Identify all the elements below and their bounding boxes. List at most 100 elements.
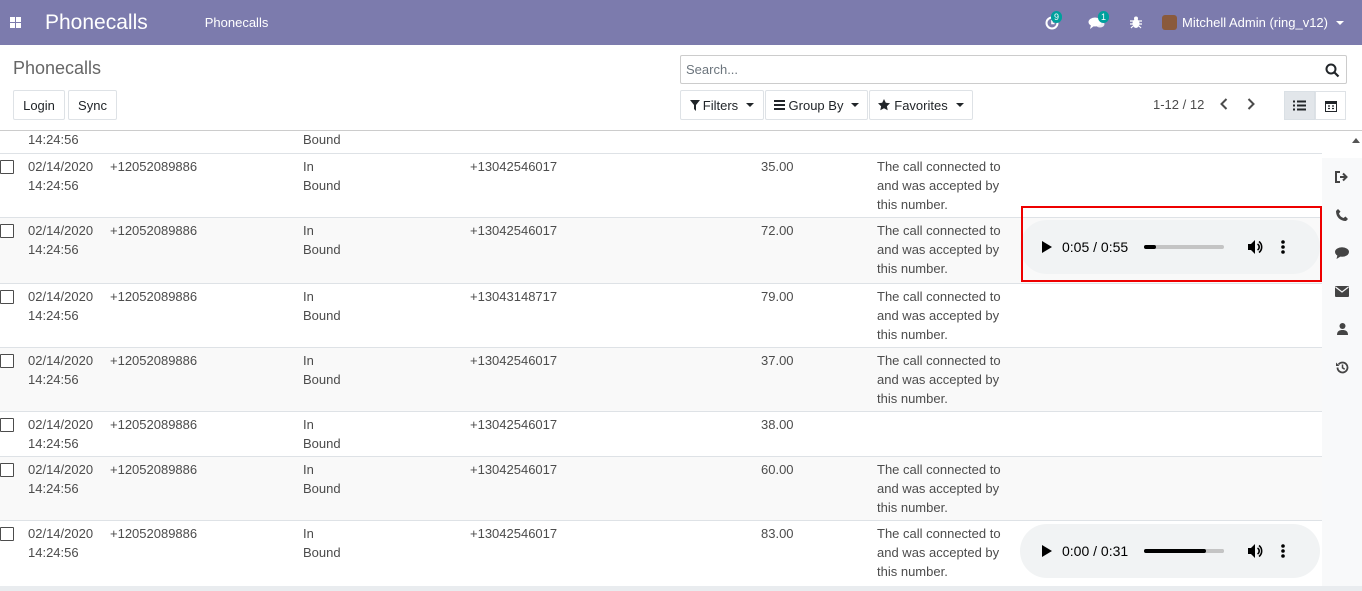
call-date: 02/14/2020 (28, 353, 94, 368)
audio-time: 0:05 / 0:55 (1062, 239, 1129, 255)
note-line: this number. (877, 327, 948, 342)
table-row[interactable]: 02/14/2020 14:24:56 +12052089886 In Bound … (0, 412, 1322, 457)
direction-bound: Bound (303, 436, 341, 451)
table-row[interactable]: 02/14/2020 14:24:56 +12052089886 In Bound … (0, 154, 1322, 218)
direction-in: In (303, 462, 314, 477)
row-checkbox[interactable] (0, 160, 14, 174)
chevron-right-icon (1247, 98, 1255, 110)
audio-seek-bar[interactable] (1144, 245, 1224, 249)
messages-button[interactable]: 1 (1082, 0, 1110, 45)
scroll-up-arrow[interactable] (1350, 133, 1362, 147)
apps-menu-icon[interactable] (2, 0, 28, 45)
note-line: this number. (877, 500, 948, 515)
call-time: 14:24:56 (28, 372, 79, 387)
avatar (1162, 15, 1178, 30)
call-date: 02/14/2020 (28, 223, 94, 238)
call-date: 02/14/2020 (28, 159, 94, 174)
volume-icon[interactable] (1248, 240, 1264, 254)
favorites-button[interactable]: Favorites (869, 90, 973, 120)
search-icon[interactable] (1325, 63, 1340, 78)
audio-seek-bar[interactable] (1144, 549, 1224, 553)
note-line: and was accepted by (877, 242, 1000, 257)
from-number: +12052089886 (110, 417, 198, 432)
row-checkbox[interactable] (0, 527, 14, 541)
note-line: The call connected to (877, 353, 1001, 368)
duration: 83.00 (761, 526, 794, 541)
audio-player[interactable]: 0:05 / 0:55 (1020, 220, 1320, 274)
top-navbar: Phonecalls Phonecalls 9 1 Mitchell Admin… (0, 0, 1362, 45)
caret-down-icon (746, 103, 755, 107)
phone-icon[interactable] (1322, 196, 1362, 234)
table-row[interactable]: 14:24:56 Bound (0, 131, 1322, 154)
duration: 79.00 (761, 289, 794, 304)
note-line: this number. (877, 564, 948, 579)
row-checkbox[interactable] (0, 463, 14, 477)
table-row[interactable]: 02/14/2020 14:24:56 +12052089886 In Bound … (0, 284, 1322, 348)
direction-bound: Bound (303, 481, 341, 496)
note-line: and was accepted by (877, 545, 1000, 560)
group-by-label: Group By (788, 97, 844, 113)
sync-button[interactable]: Sync (68, 90, 117, 120)
to-number: +13042546017 (470, 417, 558, 432)
note-line: and was accepted by (877, 481, 1000, 496)
user-name: Mitchell Admin (ring_v12) (1182, 15, 1328, 30)
menu-phonecalls[interactable]: Phonecalls (205, 15, 269, 30)
user-icon[interactable] (1322, 310, 1362, 348)
direction-in: In (303, 417, 314, 432)
audio-seek-fill (1144, 549, 1207, 553)
more-options-icon[interactable] (1281, 544, 1285, 558)
sign-out-icon[interactable] (1322, 158, 1362, 196)
bug-icon (1130, 16, 1143, 29)
more-options-icon[interactable] (1281, 240, 1285, 254)
star-icon (878, 99, 891, 111)
app-brand[interactable]: Phonecalls (45, 11, 148, 35)
direction-in: In (303, 353, 314, 368)
filters-label: Filters (702, 97, 739, 113)
row-checkbox[interactable] (0, 224, 14, 238)
pager-next-button[interactable] (1243, 95, 1259, 113)
note-line: this number. (877, 261, 948, 276)
favorites-label: Favorites (894, 97, 948, 113)
pager-value[interactable]: 1-12 / 12 (1153, 97, 1204, 112)
horizontal-scrollbar[interactable] (0, 586, 1362, 591)
play-icon[interactable] (1042, 241, 1052, 253)
row-checkbox[interactable] (0, 354, 14, 368)
audio-player[interactable]: 0:00 / 0:31 (1020, 524, 1320, 578)
calendar-icon (1324, 100, 1337, 112)
row-checkbox[interactable] (0, 418, 14, 432)
table-row[interactable]: 02/14/2020 14:24:56 +12052089886 In Bound … (0, 348, 1322, 412)
search-input[interactable] (686, 62, 1306, 77)
direction: Bound (303, 132, 341, 147)
envelope-icon[interactable] (1322, 272, 1362, 310)
chevron-left-icon (1220, 98, 1228, 110)
direction-bound: Bound (303, 372, 341, 387)
duration: 38.00 (761, 417, 794, 432)
phonecall-list: 14:24:56 Bound 02/14/2020 14:24:56 +12052… (0, 131, 1350, 591)
filters-button[interactable]: Filters (680, 90, 764, 120)
comment-icon[interactable] (1322, 234, 1362, 272)
group-by-button[interactable]: Group By (765, 90, 868, 120)
direction-in: In (303, 159, 314, 174)
volume-icon[interactable] (1248, 544, 1264, 558)
note-line: and was accepted by (877, 178, 1000, 193)
row-checkbox[interactable] (0, 290, 14, 304)
play-icon[interactable] (1042, 545, 1052, 557)
to-number: +13042546017 (470, 223, 558, 238)
user-menu[interactable]: Mitchell Admin (ring_v12) (1162, 15, 1344, 30)
calendar-view-button[interactable] (1315, 91, 1346, 120)
debug-button[interactable] (1126, 0, 1146, 45)
from-number: +12052089886 (110, 353, 198, 368)
list-view-button[interactable] (1284, 91, 1315, 120)
history-icon[interactable] (1322, 348, 1362, 386)
note-line: and was accepted by (877, 372, 1000, 387)
from-number: +12052089886 (110, 223, 198, 238)
login-button[interactable]: Login (13, 90, 65, 120)
from-number: +12052089886 (110, 462, 198, 477)
table-row[interactable]: 02/14/2020 14:24:56 +12052089886 In Bound … (0, 457, 1322, 521)
direction-bound: Bound (303, 308, 341, 323)
activity-button[interactable]: 9 (1038, 0, 1066, 45)
note-line: and was accepted by (877, 308, 1000, 323)
note-line: The call connected to (877, 289, 1001, 304)
direction-bound: Bound (303, 242, 341, 257)
pager-previous-button[interactable] (1216, 95, 1232, 113)
